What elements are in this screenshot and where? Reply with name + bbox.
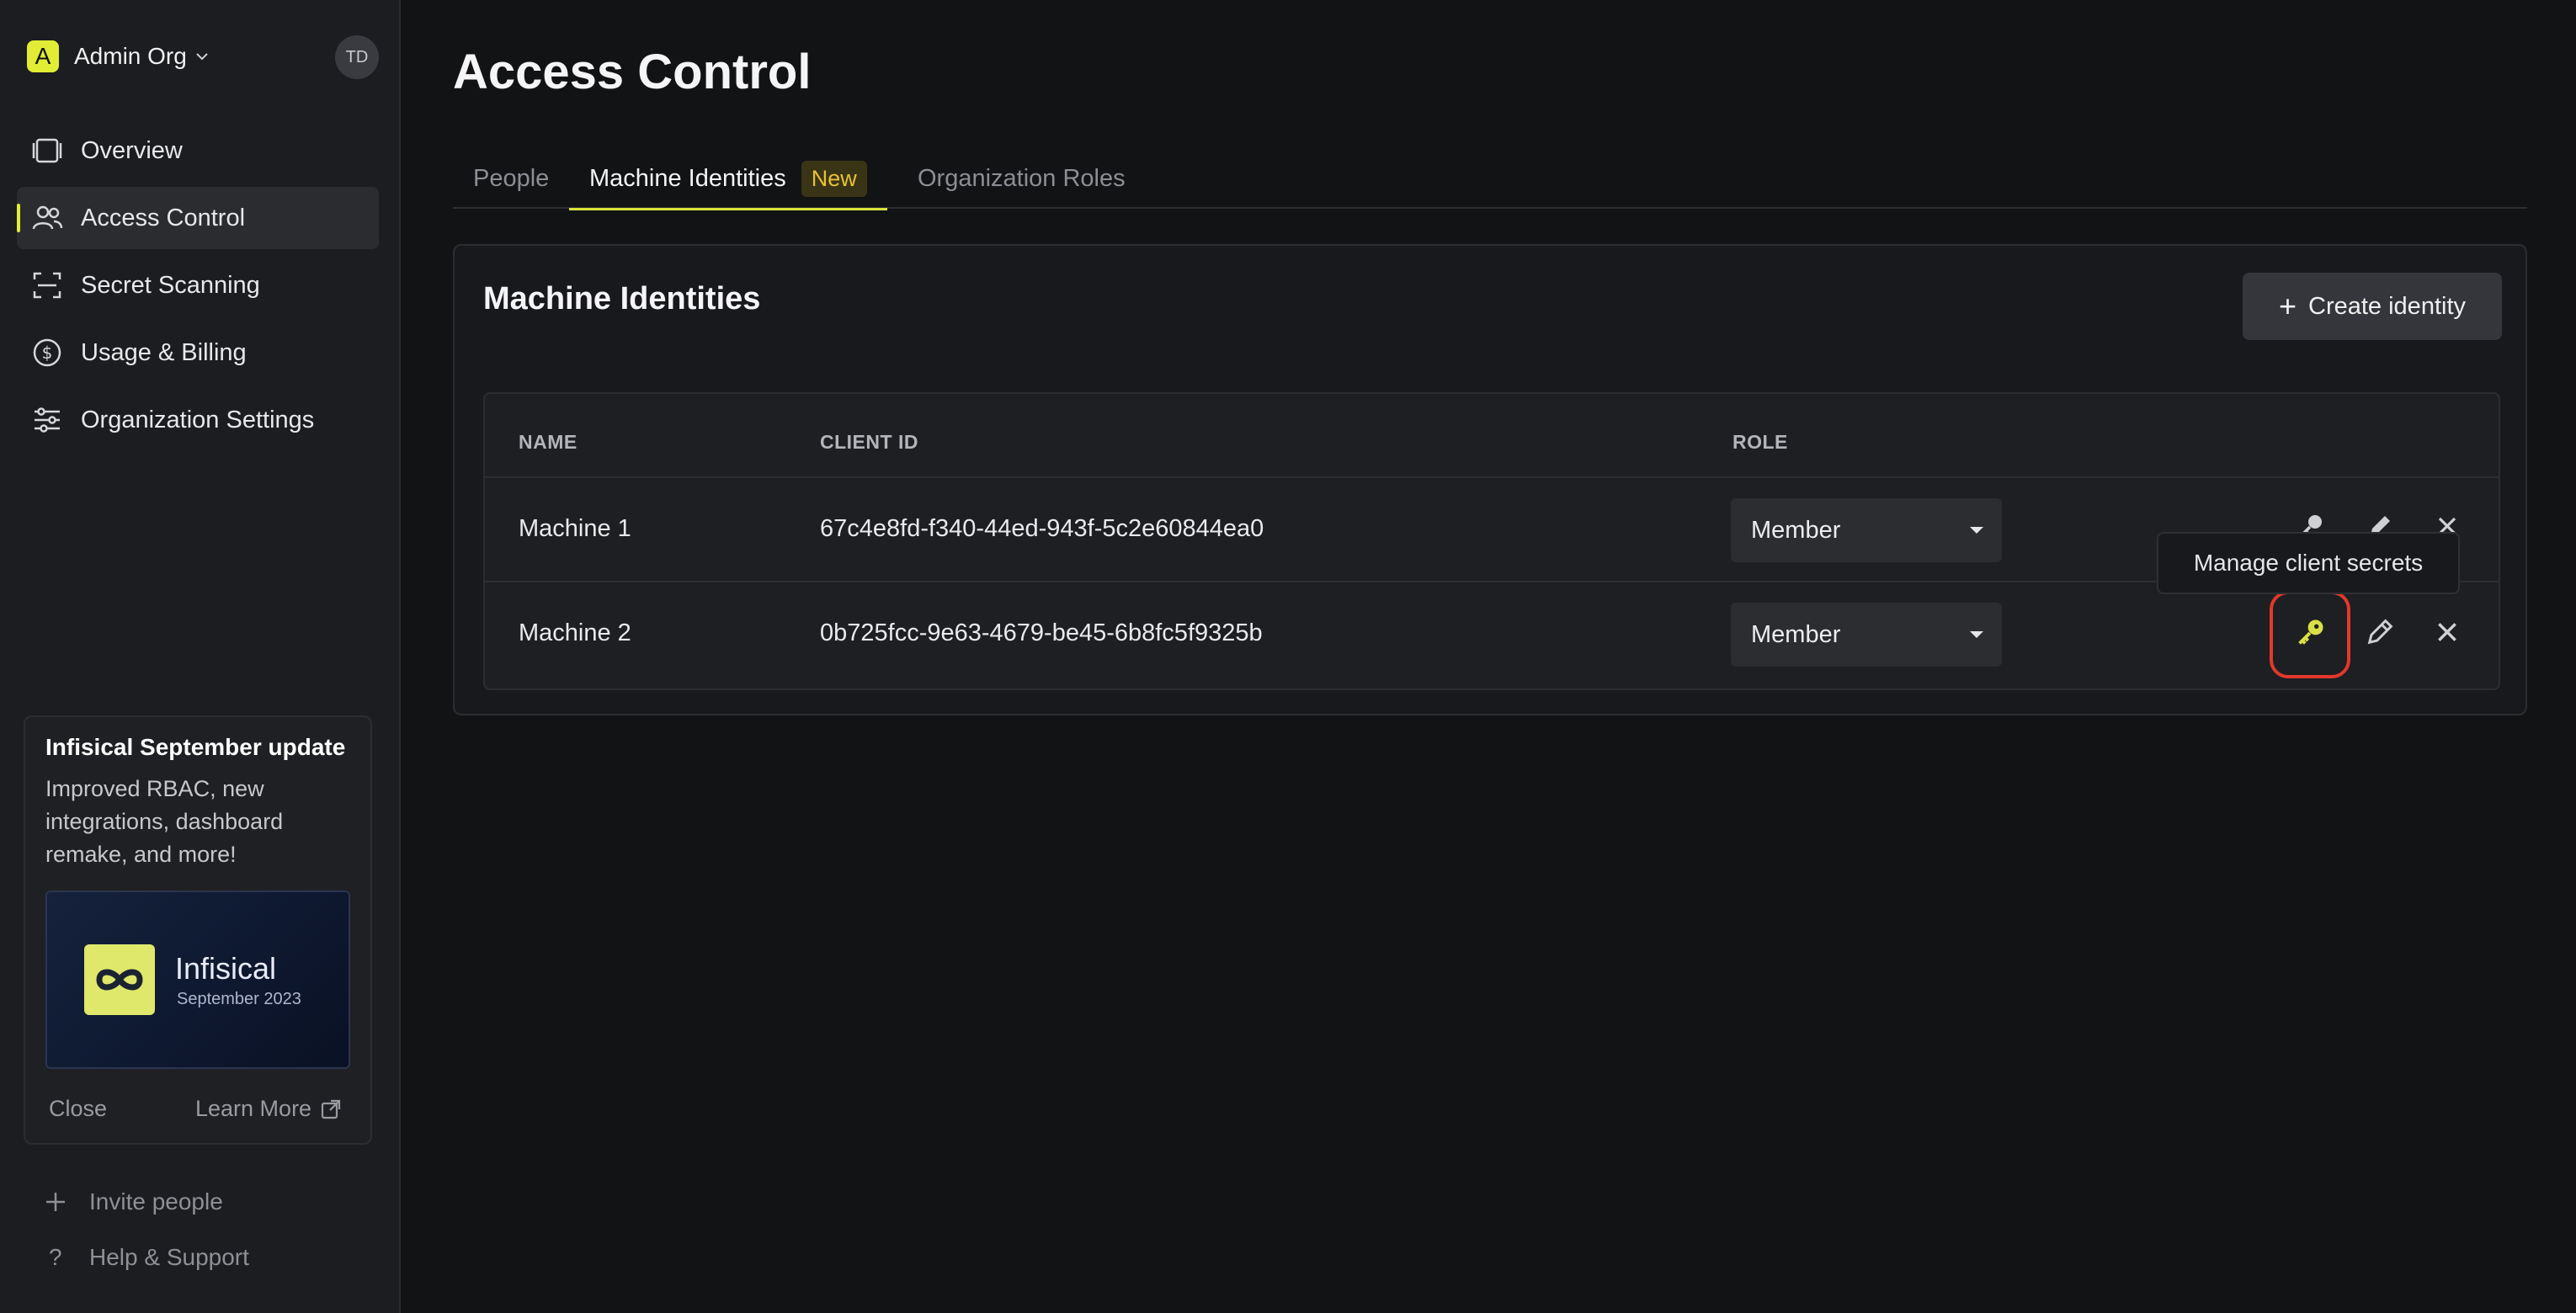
sidebar-nav: Overview Access Control Secret Scanning …: [17, 120, 379, 456]
sidebar-item-label: Organization Settings: [81, 406, 315, 433]
tab-machine-identities[interactable]: Machine Identities New: [569, 148, 887, 210]
promo-close-button[interactable]: Close: [49, 1096, 107, 1122]
chevron-down-icon: [196, 53, 208, 61]
sidebar-item-label: Access Control: [81, 204, 246, 231]
sliders-icon: [29, 401, 66, 439]
page-title: Access Control: [453, 45, 812, 99]
create-identity-button[interactable]: + Create identity: [2243, 273, 2502, 340]
pencil-icon[interactable]: [2359, 611, 2401, 653]
tab-bar: People Machine Identities New Organizati…: [453, 148, 2527, 210]
machine-identities-card: Machine Identities + Create identity NAM…: [453, 244, 2527, 715]
column-header-name: NAME: [519, 431, 577, 453]
client-id: 0b725fcc-9e63-4679-be45-6b8fc5f9325b: [820, 619, 1263, 646]
overview-icon: [29, 132, 66, 169]
svg-text:$: $: [42, 343, 53, 363]
sidebar-item-label: Overview: [81, 136, 183, 164]
sidebar-item-label: Secret Scanning: [81, 271, 260, 299]
create-identity-label: Create identity: [2308, 292, 2467, 320]
org-name: Admin Org: [74, 43, 187, 69]
infinity-icon: [84, 944, 155, 1015]
learn-more-label: Learn More: [195, 1096, 312, 1121]
plus-icon: [44, 1190, 77, 1214]
role-value: Member: [1751, 620, 1841, 648]
role-select[interactable]: Member: [1731, 603, 2002, 667]
role-select[interactable]: Member: [1731, 498, 2002, 562]
org-switcher[interactable]: A Admin Org: [27, 40, 210, 72]
sidebar-item-overview[interactable]: Overview: [17, 120, 379, 182]
invite-people-label: Invite people: [89, 1188, 223, 1215]
question-icon: ?: [49, 1244, 62, 1270]
promo-date: September 2023: [177, 990, 301, 1008]
tab-label: Machine Identities: [589, 164, 786, 192]
sidebar-item-access-control[interactable]: Access Control: [17, 187, 379, 249]
key-icon[interactable]: [2290, 611, 2332, 653]
tab-label: Organization Roles: [918, 164, 1126, 192]
help-support-link[interactable]: ? Help & Support: [44, 1244, 249, 1271]
invite-people-link[interactable]: Invite people: [44, 1188, 223, 1215]
tab-organization-roles[interactable]: Organization Roles: [918, 148, 1126, 209]
caret-down-icon: [1970, 527, 1983, 534]
sidebar: A Admin Org TD Overview Access Control S…: [0, 0, 401, 1313]
sidebar-item-secret-scanning[interactable]: Secret Scanning: [17, 254, 379, 316]
plus-icon: +: [2278, 289, 2297, 323]
dollar-icon: $: [29, 334, 66, 371]
sidebar-item-usage-billing[interactable]: $ Usage & Billing: [17, 322, 379, 384]
promo-brand: Infisical: [175, 951, 277, 986]
update-promo-card: Infisical September update Improved RBAC…: [24, 715, 372, 1145]
table-row: Machine 2 0b725fcc-9e63-4679-be45-6b8fc5…: [485, 581, 2499, 685]
client-id: 67c4e8fd-f340-44ed-943f-5c2e60844ea0: [820, 515, 1264, 542]
avatar[interactable]: TD: [335, 35, 379, 79]
role-value: Member: [1751, 516, 1841, 544]
sidebar-item-label: Usage & Billing: [81, 338, 247, 366]
users-icon: [29, 199, 66, 237]
identity-name: Machine 2: [519, 619, 631, 646]
org-logo: A: [27, 40, 59, 72]
promo-text: Improved RBAC, new integrations, dashboa…: [45, 776, 284, 867]
tab-label: People: [473, 164, 550, 192]
new-badge: New: [801, 160, 867, 197]
column-header-client-id: CLIENT ID: [820, 431, 918, 453]
tab-people[interactable]: People: [473, 148, 549, 209]
promo-title: Infisical September update: [45, 734, 346, 760]
scan-icon: [29, 267, 66, 304]
identity-name: Machine 1: [519, 515, 631, 542]
section-title: Machine Identities: [483, 281, 761, 316]
column-header-role: ROLE: [1732, 431, 1788, 453]
promo-image[interactable]: Infisical September 2023: [45, 890, 350, 1069]
external-link-icon: [321, 1099, 341, 1119]
sidebar-item-organization-settings[interactable]: Organization Settings: [17, 389, 379, 451]
help-support-label: Help & Support: [89, 1244, 249, 1270]
promo-learn-more-link[interactable]: Learn More: [195, 1096, 342, 1122]
tooltip: Manage client secrets: [2157, 532, 2460, 594]
delete-icon[interactable]: [2426, 611, 2468, 653]
caret-down-icon: [1970, 631, 1983, 638]
